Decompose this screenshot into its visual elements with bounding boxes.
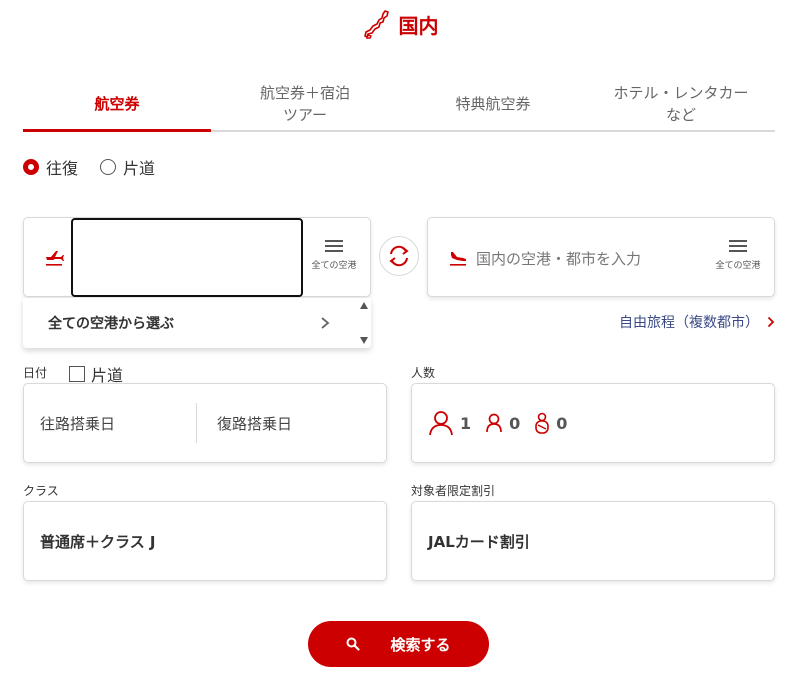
page-title: 国内	[398, 13, 439, 38]
swap-airports-button[interactable]	[379, 236, 419, 276]
scroll-down-arrow-icon[interactable]	[360, 337, 368, 344]
radio-one-way[interactable]: 片道	[100, 155, 155, 179]
free-itinerary-label: 自由旅程（複数都市）	[619, 315, 759, 331]
discount-label: 対象者限定割引	[411, 484, 496, 498]
return-date-placeholder: 復路搭乗日	[217, 414, 293, 433]
search-button[interactable]: 検索する	[308, 621, 489, 667]
japan-map-icon	[363, 10, 389, 39]
discount-select[interactable]: JALカード割引	[411, 501, 775, 581]
radio-round-trip-label: 往復	[46, 159, 79, 178]
chevron-right-icon	[321, 317, 330, 329]
discount-value: JALカード割引	[428, 532, 530, 551]
arrival-plane-icon	[450, 252, 466, 266]
adult-count-value: 1	[460, 413, 472, 433]
outbound-date-placeholder: 往路搭乗日	[40, 414, 116, 433]
list-menu-icon	[729, 240, 747, 253]
child-count-value: 0	[509, 413, 521, 433]
departure-plane-icon	[46, 251, 64, 266]
radio-one-way-label: 片道	[123, 159, 156, 178]
date-label: 日付	[23, 366, 48, 380]
date-field: 往路搭乗日 復路搭乗日	[23, 383, 387, 463]
adult-count: 1	[428, 410, 471, 436]
destination-placeholder: 国内の空港・都市を入力	[476, 250, 642, 268]
adult-icon	[429, 411, 453, 436]
destination-field[interactable]: 国内の空港・都市を入力 全ての空港	[427, 217, 775, 297]
list-menu-icon	[325, 240, 343, 253]
dropdown-scrollbar[interactable]	[357, 298, 371, 348]
select-all-airports-label: 全ての空港から選ぶ	[48, 316, 174, 332]
child-icon	[486, 413, 502, 433]
tab-air-ticket[interactable]: 航空券	[23, 78, 211, 132]
class-label: クラス	[23, 484, 59, 498]
radio-unchecked-icon	[100, 159, 117, 175]
tab-hotel-rental-car[interactable]: ホテル・レンタカー など	[587, 78, 775, 130]
child-count: 0	[485, 413, 520, 433]
class-select[interactable]: 普通席＋クラス J	[23, 501, 387, 581]
date-divider	[196, 403, 197, 443]
origin-dropdown: 全ての空港から選ぶ	[23, 298, 371, 348]
swap-icon	[389, 245, 409, 267]
return-date-input[interactable]: 復路搭乗日	[201, 384, 371, 462]
destination-list-caption: 全ての空港	[715, 261, 761, 271]
tab-air-hotel-tour[interactable]: 航空券＋宿泊 ツアー	[211, 78, 399, 130]
destination-list-button[interactable]: 全ての空港	[710, 240, 766, 271]
chevron-right-icon	[767, 316, 775, 328]
radio-round-trip[interactable]: 往復	[23, 155, 78, 179]
product-tabs: 航空券 航空券＋宿泊 ツアー 特典航空券 ホテル・レンタカー など	[23, 78, 775, 132]
tab-award-ticket[interactable]: 特典航空券	[399, 78, 587, 130]
outbound-date-input[interactable]: 往路搭乗日	[24, 384, 194, 462]
page-header: 国内	[0, 6, 801, 42]
class-value: 普通席＋クラス J	[40, 532, 156, 551]
search-button-label: 検索する	[390, 635, 451, 654]
origin-list-button[interactable]: 全ての空港	[306, 240, 362, 271]
select-all-airports-item[interactable]: 全ての空港から選ぶ	[23, 298, 355, 348]
passengers-field[interactable]: 1 0 0	[411, 383, 775, 463]
infant-count-value: 0	[556, 413, 568, 433]
free-itinerary-link[interactable]: 自由旅程（複数都市）	[619, 312, 775, 332]
checkbox-icon	[69, 366, 85, 382]
infant-count: 0	[534, 412, 567, 434]
origin-input[interactable]	[71, 218, 303, 297]
passengers-label: 人数	[411, 366, 436, 380]
origin-field: 全ての空港	[23, 217, 371, 297]
scroll-up-arrow-icon[interactable]	[360, 302, 368, 309]
infant-icon	[535, 412, 550, 434]
search-icon	[346, 637, 361, 651]
trip-type-group: 往復 片道	[23, 155, 155, 179]
origin-list-caption: 全ての空港	[311, 261, 357, 271]
radio-checked-icon	[23, 159, 39, 175]
header-inner: 国内	[363, 9, 439, 39]
